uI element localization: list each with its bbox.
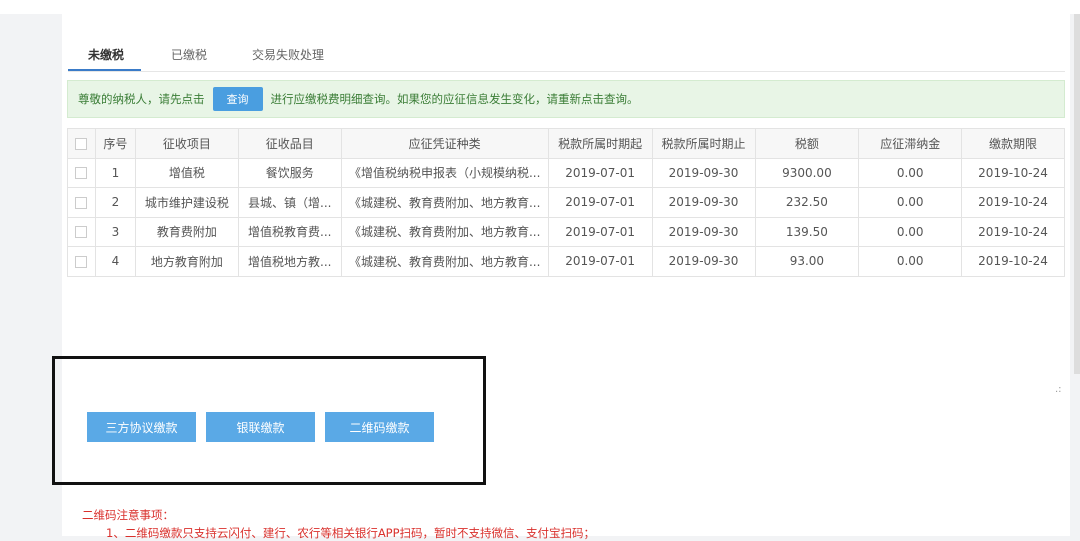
table-cell: 2019-09-30: [651, 216, 756, 247]
table-cell: 2019-09-30: [651, 157, 756, 188]
row-checkbox[interactable]: [75, 196, 88, 209]
notice-text-before: 尊敬的纳税人，请先点击: [78, 92, 205, 106]
table-cell: 2019-10-24: [961, 216, 1065, 247]
select-all-checkbox[interactable]: [75, 137, 88, 150]
active-tab-underline: [68, 69, 141, 71]
table-cell: 2019-07-01: [547, 216, 653, 247]
table-cell: 教育费附加: [134, 216, 239, 247]
table-cell: 2019-07-01: [547, 246, 653, 277]
table-cell: 《城建税、教育费附加、地方教育...: [340, 187, 549, 218]
table-cell: 2019-10-24: [961, 187, 1065, 218]
table-cell: 2: [94, 187, 136, 218]
table-cell: 2019-10-24: [961, 246, 1065, 277]
notice-bar: 尊敬的纳税人，请先点击 查询 进行应缴税费明细查询。如果您的应征信息发生变化，请…: [67, 80, 1065, 118]
column-header: 应征滞纳金: [858, 128, 963, 159]
table-cell: 0.00: [858, 157, 963, 188]
scrollbar[interactable]: [1074, 14, 1080, 374]
table-cell: 4: [94, 246, 136, 277]
tab-bar: 未缴税 已缴税 交易失败处理: [68, 38, 1065, 72]
tripartite-agreement-payment-button[interactable]: 三方协议缴款: [87, 412, 196, 442]
table-cell: 93.00: [754, 246, 860, 277]
tab-failed-transactions[interactable]: 交易失败处理: [252, 46, 324, 63]
query-button[interactable]: 查询: [212, 87, 263, 111]
table-row: 3 教育费附加 增值税教育费... 《城建税、教育费附加、地方教育... 2019-07…: [67, 216, 1065, 247]
tax-table: 序号 征收项目 征收品目 应征凭证种类 税款所属时期起 税款所属时期止 税额 应…: [67, 128, 1065, 277]
table-cell: 2019-09-30: [651, 187, 756, 218]
column-header: 缴款期限: [961, 128, 1065, 159]
tab-paid[interactable]: 已缴税: [171, 46, 207, 63]
column-header: 应征凭证种类: [340, 128, 549, 159]
table-cell: 0.00: [858, 216, 963, 247]
qr-notes-title: 二维码注意事项：: [82, 508, 174, 522]
row-checkbox[interactable]: [75, 167, 88, 180]
column-header: 序号: [94, 128, 136, 159]
table-cell: 增值税教育费...: [237, 216, 342, 247]
table-cell: 0.00: [858, 246, 963, 277]
row-checkbox[interactable]: [75, 226, 88, 239]
table-cell: 城市维护建设税: [134, 187, 239, 218]
top-bar: [0, 0, 1080, 14]
table-cell: 地方教育附加: [134, 246, 239, 277]
table-cell: 《城建税、教育费附加、地方教育...: [340, 246, 549, 277]
qr-code-payment-button[interactable]: 二维码缴款: [325, 412, 434, 442]
table-cell: 2019-09-30: [651, 246, 756, 277]
table-cell: 2019-07-01: [547, 187, 653, 218]
qr-notes-item: 1、二维码缴款只支持云闪付、建行、农行等相关银行APP扫码，暂时不支持微信、支付…: [106, 526, 596, 540]
table-cell: 《增值税纳税申报表（小规模纳税...: [340, 157, 549, 188]
tab-unpaid[interactable]: 未缴税: [88, 46, 124, 63]
resize-handle[interactable]: .:: [1055, 384, 1062, 395]
column-header: 税款所属时期起: [547, 128, 653, 159]
table-cell: 《城建税、教育费附加、地方教育...: [340, 216, 549, 247]
table-cell: 2019-10-24: [961, 157, 1065, 188]
column-header: 税款所属时期止: [651, 128, 756, 159]
table-cell: 232.50: [754, 187, 860, 218]
table-header-row: 序号 征收项目 征收品目 应征凭证种类 税款所属时期起 税款所属时期止 税额 应…: [67, 128, 1065, 159]
table-cell: 增值税地方教...: [237, 246, 342, 277]
notice-text-after: 进行应缴税费明细查询。如果您的应征信息发生变化，请重新点击查询。: [270, 92, 639, 106]
column-header: 税额: [754, 128, 860, 159]
table-cell: 2019-07-01: [547, 157, 653, 188]
table-cell: 增值税: [134, 157, 239, 188]
table-cell: 1: [94, 157, 136, 188]
column-header: 征收项目: [134, 128, 239, 159]
column-header: 征收品目: [237, 128, 342, 159]
table-row: 1 增值税 餐饮服务 《增值税纳税申报表（小规模纳税... 2019-07-01 2019…: [67, 157, 1065, 188]
table-cell: 139.50: [754, 216, 860, 247]
table-cell: 餐饮服务: [237, 157, 342, 188]
row-checkbox[interactable]: [75, 255, 88, 268]
table-cell: 3: [94, 216, 136, 247]
table-row: 4 地方教育附加 增值税地方教... 《城建税、教育费附加、地方教育... 2019-0…: [67, 246, 1065, 277]
table-cell: 9300.00: [754, 157, 860, 188]
table-cell: 0.00: [858, 187, 963, 218]
table-cell: 县城、镇（增...: [237, 187, 342, 218]
unionpay-payment-button[interactable]: 银联缴款: [206, 412, 315, 442]
table-row: 2 城市维护建设税 县城、镇（增... 《城建税、教育费附加、地方教育... 2019-…: [67, 187, 1065, 218]
